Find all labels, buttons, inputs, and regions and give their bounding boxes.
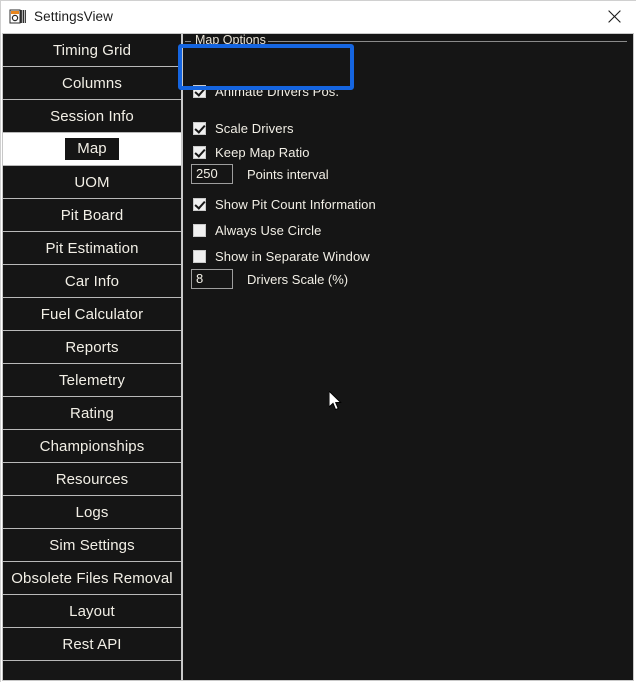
sidebar-item-label: Columns: [62, 74, 122, 92]
sidebar-item-label: Rest API: [62, 635, 122, 653]
sidebar-item-reports[interactable]: Reports: [3, 331, 181, 364]
groupbox-border-right: [267, 41, 627, 42]
close-icon[interactable]: [591, 1, 636, 32]
checkbox-row-show-pit-count-information[interactable]: Show Pit Count Information: [193, 195, 376, 213]
sidebar-item-label: Reports: [65, 338, 119, 356]
map-options-panel: Map Options Animate Drivers Pos. Scale D…: [182, 33, 634, 681]
sidebar-item-columns[interactable]: Columns: [3, 67, 181, 100]
drivers-scale-label: Drivers Scale (%): [247, 271, 349, 287]
settings-sidebar: Timing Grid Columns Session Info Map UOM…: [2, 33, 182, 681]
checkbox-label: Show Pit Count Information: [215, 196, 376, 212]
sidebar-item-championships[interactable]: Championships: [3, 430, 181, 463]
sidebar-item-label: Map: [65, 138, 119, 160]
sidebar-item-label: UOM: [74, 173, 110, 191]
sidebar-item-label: Telemetry: [59, 371, 125, 389]
sidebar-item-label: Timing Grid: [52, 41, 132, 59]
sidebar-item-label: Resources: [55, 470, 129, 488]
checkbox-scale-drivers[interactable]: [193, 121, 206, 135]
sidebar-item-car-info[interactable]: Car Info: [3, 265, 181, 298]
points-interval-input[interactable]: 250: [191, 164, 233, 184]
drivers-scale-input[interactable]: 8: [191, 269, 233, 289]
checkbox-keep-map-ratio[interactable]: [193, 145, 206, 159]
sidebar-item-label: Logs: [75, 503, 109, 521]
field-row-points-interval[interactable]: 250 Points interval: [191, 163, 329, 185]
groupbox-title: Map Options: [193, 33, 268, 47]
checkbox-row-animate-drivers-pos[interactable]: Animate Drivers Pos.: [193, 82, 339, 100]
checkbox-animate-drivers-pos[interactable]: [193, 84, 206, 98]
sidebar-item-label: Session Info: [50, 107, 134, 125]
sidebar-item-fuel-calculator[interactable]: Fuel Calculator: [3, 298, 181, 331]
sidebar-item-label: Pit Board: [60, 206, 124, 224]
checkbox-label: Scale Drivers: [215, 120, 294, 136]
title-bar: SettingsView: [1, 1, 636, 32]
sidebar-item-pit-estimation[interactable]: Pit Estimation: [3, 232, 181, 265]
sidebar-item-label: Pit Estimation: [45, 239, 139, 257]
sidebar-item-map[interactable]: Map: [3, 133, 181, 166]
checkbox-row-keep-map-ratio[interactable]: Keep Map Ratio: [193, 143, 310, 161]
groupbox-border-left: [185, 41, 191, 42]
sidebar-item-obsolete-files-removal[interactable]: Obsolete Files Removal: [3, 562, 181, 595]
checkbox-always-use-circle[interactable]: [193, 223, 206, 237]
sidebar-item-label: Car Info: [64, 272, 120, 290]
checkbox-label: Always Use Circle: [215, 222, 322, 238]
sidebar-item-label: Sim Settings: [49, 536, 135, 554]
checkbox-label: Keep Map Ratio: [215, 144, 310, 160]
checkbox-row-show-in-separate-window[interactable]: Show in Separate Window: [193, 247, 370, 265]
settings-app-icon: [9, 8, 27, 26]
client-area: Timing Grid Columns Session Info Map UOM…: [1, 32, 636, 683]
checkbox-row-always-use-circle[interactable]: Always Use Circle: [193, 221, 321, 239]
field-row-drivers-scale[interactable]: 8 Drivers Scale (%): [191, 268, 348, 290]
checkbox-label: Animate Drivers Pos.: [215, 83, 340, 99]
sidebar-item-label: Rating: [70, 404, 114, 422]
sidebar-item-sim-settings[interactable]: Sim Settings: [3, 529, 181, 562]
sidebar-item-logs[interactable]: Logs: [3, 496, 181, 529]
checkbox-show-in-separate-window[interactable]: [193, 249, 206, 263]
checkbox-row-scale-drivers[interactable]: Scale Drivers: [193, 119, 294, 137]
points-interval-label: Points interval: [247, 166, 329, 182]
window-title: SettingsView: [34, 9, 113, 24]
sidebar-item-label: Fuel Calculator: [40, 305, 144, 323]
sidebar-item-uom[interactable]: UOM: [3, 166, 181, 199]
close-glyph: [607, 10, 621, 23]
sidebar-item-layout[interactable]: Layout: [3, 595, 181, 628]
sidebar-item-label: Layout: [69, 602, 115, 620]
settings-window: SettingsView Timing Grid Columns Session…: [0, 0, 636, 683]
checkbox-label: Show in Separate Window: [215, 248, 370, 264]
sidebar-item-telemetry[interactable]: Telemetry: [3, 364, 181, 397]
sidebar-item-session-info[interactable]: Session Info: [3, 100, 181, 133]
sidebar-item-timing-grid[interactable]: Timing Grid: [3, 34, 181, 67]
sidebar-item-rating[interactable]: Rating: [3, 397, 181, 430]
sidebar-item-label: Championships: [39, 437, 145, 455]
checkbox-show-pit-count-information[interactable]: [193, 197, 206, 211]
sidebar-item-pit-board[interactable]: Pit Board: [3, 199, 181, 232]
sidebar-item-label: Obsolete Files Removal: [11, 569, 173, 587]
sidebar-item-resources[interactable]: Resources: [3, 463, 181, 496]
sidebar-item-rest-api[interactable]: Rest API: [3, 628, 181, 661]
